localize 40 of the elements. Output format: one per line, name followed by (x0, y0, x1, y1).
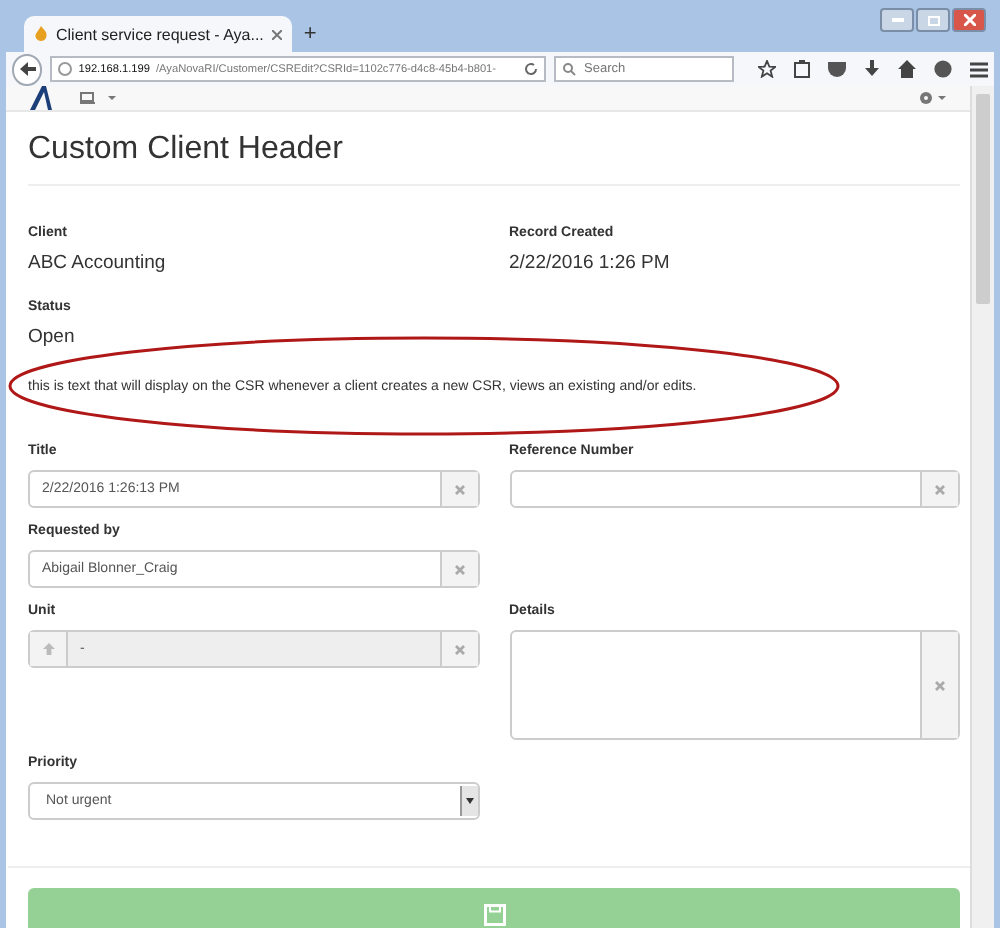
browser-tab[interactable]: Client service request - Aya... (24, 16, 292, 52)
logo-icon[interactable] (30, 86, 52, 110)
home-icon[interactable] (898, 60, 916, 78)
new-tab-button[interactable]: + (303, 22, 317, 46)
menu-icon[interactable] (970, 61, 988, 77)
info-value: ABC Accounting (28, 252, 168, 274)
caret-icon (465, 798, 473, 804)
clear-icon (453, 483, 465, 495)
clipboard-icon[interactable] (794, 60, 810, 78)
clear-icon (453, 563, 465, 575)
close-icon[interactable] (271, 29, 282, 39)
info-value: Open (28, 326, 77, 348)
pocket-icon[interactable] (828, 61, 846, 77)
clear-button[interactable] (439, 552, 477, 586)
clear-icon (934, 679, 946, 691)
settings-icon[interactable] (918, 90, 946, 106)
page-header: Custom Client Header (28, 132, 960, 186)
restore-button[interactable] (916, 8, 950, 32)
minimize-icon (891, 18, 903, 22)
search-icon (562, 62, 576, 76)
clear-icon (934, 483, 946, 495)
back-button[interactable] (12, 53, 43, 85)
floppy-icon (483, 903, 505, 925)
reload-icon[interactable] (524, 62, 538, 76)
restore-icon (927, 15, 939, 25)
star-icon[interactable] (758, 60, 776, 78)
minimize-button[interactable] (880, 8, 914, 32)
clear-button[interactable] (439, 472, 477, 506)
text-field[interactable] (509, 470, 960, 508)
flame-icon (34, 26, 48, 42)
scrollbar[interactable] (970, 86, 994, 928)
download-icon[interactable] (864, 60, 880, 78)
clear-icon (453, 643, 465, 655)
info-value: 2/22/2016 1:26 PM (509, 252, 672, 274)
globe-icon (58, 62, 73, 76)
laptop-dropdown-icon[interactable] (80, 92, 116, 104)
close-window-button[interactable] (952, 8, 986, 32)
close-icon (963, 14, 975, 26)
back-arrow-icon (19, 62, 36, 76)
arrow-icon (41, 642, 55, 656)
